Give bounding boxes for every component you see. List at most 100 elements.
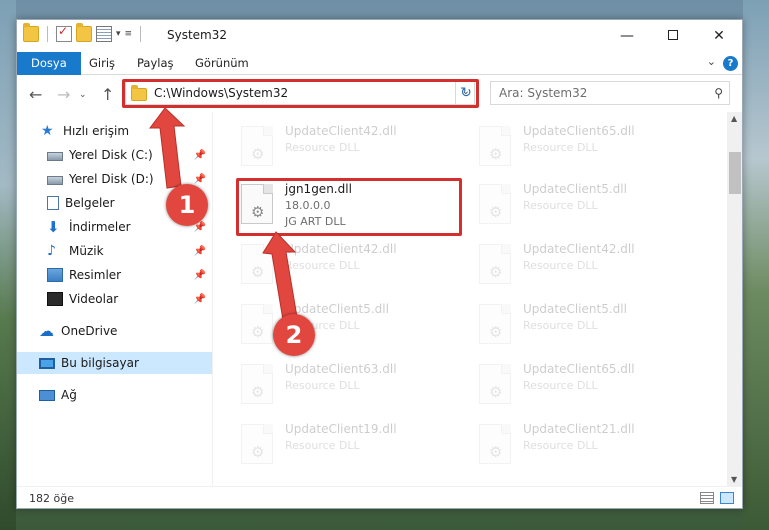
customize-dropdown-icon[interactable]: ▾ [116, 29, 121, 39]
close-button[interactable]: ✕ [696, 20, 742, 52]
pin-icon[interactable]: 📌 [194, 270, 206, 281]
file-name: UpdateClient5.dll [285, 302, 389, 316]
back-arrow-icon[interactable]: ← [29, 85, 42, 104]
desktop-background-right [743, 0, 769, 530]
pin-icon[interactable]: 📌 [194, 294, 206, 305]
folder-icon[interactable] [23, 23, 39, 42]
list-item[interactable]: ⚙ UpdateClient5.dll Resource DLL [237, 298, 467, 350]
search-icon[interactable]: ⚲ [714, 86, 723, 100]
sidebar-item-videos[interactable]: Videolar 📌 [17, 288, 212, 310]
file-description: Resource DLL [523, 199, 598, 212]
title-bar: ▾ ≡ System32 — ✕ [17, 20, 742, 52]
dll-file-icon: ⚙ [241, 304, 273, 344]
list-item[interactable]: ⚙ UpdateClient42.dll Resource DLL [475, 238, 705, 290]
sidebar-item-music[interactable]: ♪ Müzik 📌 [17, 240, 212, 262]
gear-icon: ⚙ [489, 323, 503, 341]
disk-icon [47, 176, 63, 185]
window-title: System32 [167, 28, 228, 42]
list-item[interactable]: ⚙ UpdateClient65.dll Resource DLL [475, 358, 705, 410]
maximize-icon [668, 30, 678, 40]
scroll-up-icon[interactable]: ▲ [731, 114, 737, 123]
list-item[interactable]: ⚙ UpdateClient5.dll Resource DLL [475, 178, 705, 230]
properties-check-icon[interactable] [56, 24, 72, 42]
file-highlight-box [236, 178, 462, 236]
tab-share[interactable]: Paylaş [137, 52, 174, 75]
help-icon[interactable]: ? [723, 56, 738, 71]
tab-file[interactable]: Dosya [17, 52, 81, 75]
maximize-button[interactable] [650, 20, 696, 52]
search-placeholder: Ara: System32 [499, 86, 588, 100]
gear-icon: ⚙ [489, 145, 503, 163]
scroll-thumb[interactable] [729, 152, 741, 194]
list-item[interactable]: ⚙ UpdateClient21.dll Resource DLL [475, 418, 705, 470]
sidebar-item-network[interactable]: Ağ [17, 384, 212, 406]
up-arrow-icon[interactable]: ↑ [101, 85, 114, 104]
sidebar-item-local-disk-c[interactable]: Yerel Disk (C:) 📌 [17, 144, 212, 166]
file-name: UpdateClient42.dll [285, 124, 397, 138]
list-item[interactable]: ⚙ UpdateClient63.dll Resource DLL [237, 358, 467, 410]
file-list: ⚙ UpdateClient42.dll Resource DLL ⚙ Upda… [213, 112, 727, 486]
disk-icon [47, 152, 63, 161]
toolbar-separator [47, 26, 48, 42]
tab-home[interactable]: Giriş [89, 52, 115, 75]
file-description: Resource DLL [285, 141, 360, 154]
list-item[interactable]: ⚙ UpdateClient42.dll Resource DLL [237, 120, 467, 172]
desktop-background-left [0, 0, 16, 530]
pictures-icon [47, 268, 63, 282]
file-description: Resource DLL [285, 379, 360, 392]
forward-arrow-icon[interactable]: → [57, 85, 70, 104]
customize-qa-icon[interactable]: ≡ [125, 29, 133, 39]
file-description: Resource DLL [285, 259, 360, 272]
tiles-view-icon[interactable] [720, 492, 734, 504]
file-name: UpdateClient42.dll [285, 242, 397, 256]
list-item[interactable]: ⚙ UpdateClient42.dll Resource DLL [237, 238, 467, 290]
scroll-down-icon[interactable]: ▼ [731, 475, 737, 484]
gear-icon: ⚙ [251, 323, 265, 341]
dll-file-icon: ⚙ [479, 244, 511, 284]
list-item[interactable]: ⚙ UpdateClient5.dll Resource DLL [475, 298, 705, 350]
gear-icon: ⚙ [251, 383, 265, 401]
sidebar-item-label: Ağ [61, 388, 77, 402]
tab-view[interactable]: Görünüm [195, 52, 249, 75]
annotation-badge-2: 2 [273, 314, 315, 356]
recent-dropdown-icon[interactable]: ⌄ [79, 90, 87, 100]
gear-icon: ⚙ [489, 263, 503, 281]
sidebar-item-quick-access[interactable]: ★ Hızlı erişim [17, 120, 212, 142]
file-description: Resource DLL [523, 141, 598, 154]
file-name: UpdateClient21.dll [523, 422, 635, 436]
dll-file-icon: ⚙ [479, 304, 511, 344]
new-folder-icon[interactable] [76, 23, 92, 42]
details-view-icon[interactable] [700, 492, 714, 504]
gear-icon: ⚙ [251, 145, 265, 163]
file-name: UpdateClient63.dll [285, 362, 397, 376]
dll-file-icon: ⚙ [479, 424, 511, 464]
file-description: Resource DLL [523, 439, 598, 452]
file-description: Resource DLL [523, 379, 598, 392]
sidebar-item-label: Resimler [69, 268, 122, 282]
ribbon-tabs: Dosya Giriş Paylaş Görünüm ⌄ ? [17, 52, 742, 75]
gear-icon: ⚙ [251, 263, 265, 281]
minimize-button[interactable]: — [604, 20, 650, 52]
file-description: Resource DLL [523, 259, 598, 272]
chevron-down-icon[interactable]: ⌄ [707, 55, 716, 68]
sidebar-item-label: Belgeler [65, 196, 115, 210]
sidebar-item-label: İndirmeler [69, 220, 131, 234]
sidebar-item-label: Yerel Disk (C:) [69, 148, 153, 162]
sidebar-item-label: OneDrive [61, 324, 118, 338]
navigation-pane: ★ Hızlı erişim Yerel Disk (C:) 📌 Yerel D… [17, 112, 212, 486]
properties-icon[interactable] [96, 26, 112, 42]
sidebar-item-this-pc[interactable]: Bu bilgisayar [17, 352, 212, 374]
list-item[interactable]: ⚙ UpdateClient65.dll Resource DLL [475, 120, 705, 172]
sidebar-item-pictures[interactable]: Resimler 📌 [17, 264, 212, 286]
pin-icon[interactable]: 📌 [194, 150, 206, 161]
search-input[interactable]: Ara: System32 ⚲ [490, 81, 730, 105]
sidebar-item-label: Müzik [69, 244, 104, 258]
pin-icon[interactable]: 📌 [194, 246, 206, 257]
sidebar-item-onedrive[interactable]: ☁ OneDrive [17, 320, 212, 342]
sidebar-item-label: Bu bilgisayar [61, 356, 139, 370]
vertical-scrollbar[interactable]: ▲ ▼ [727, 112, 742, 486]
music-icon: ♪ [47, 243, 56, 259]
download-icon: ⬇ [47, 218, 60, 236]
list-item[interactable]: ⚙ UpdateClient19.dll Resource DLL [237, 418, 467, 470]
pin-icon[interactable]: 📌 [194, 174, 206, 185]
